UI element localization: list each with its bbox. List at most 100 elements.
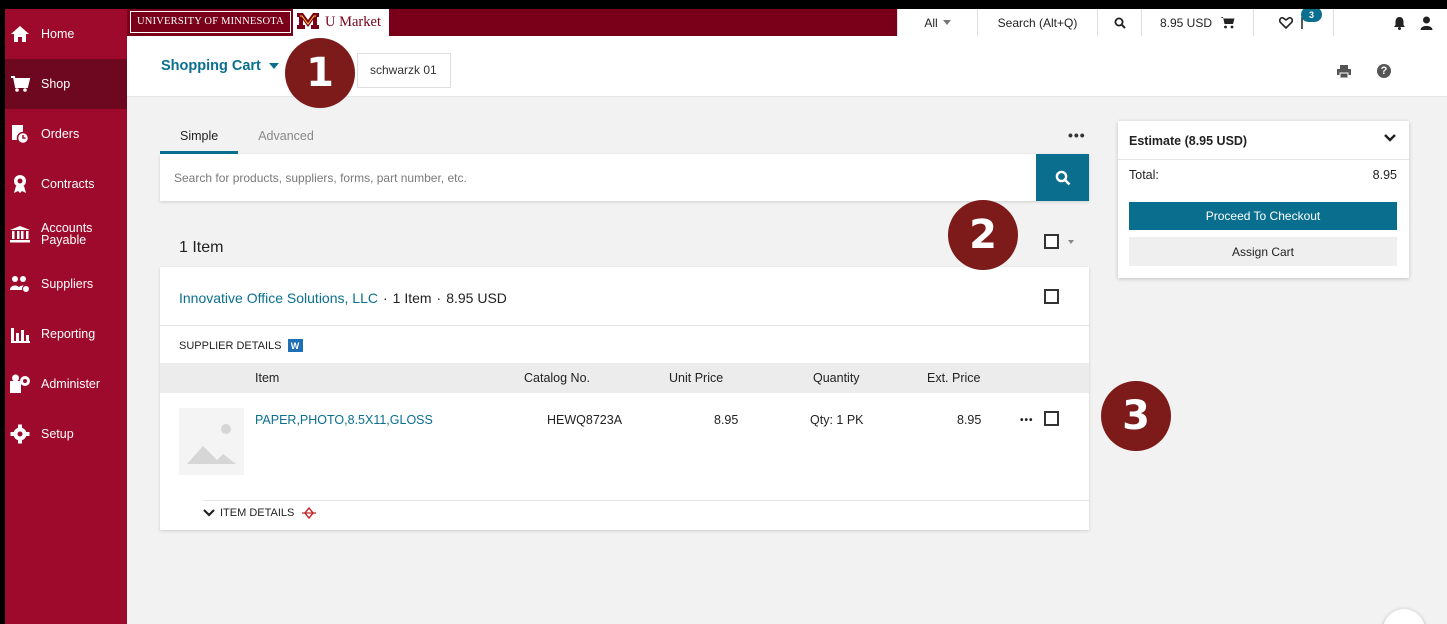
separator-dot: · [382,290,388,306]
block-m-icon [297,12,319,33]
sidebar-item-reporting[interactable]: Reporting [5,309,127,359]
search-icon [1114,17,1126,29]
line-more-icon[interactable]: ••• [1020,415,1034,426]
sidebar-item-suppliers[interactable]: Suppliers [5,259,127,309]
column-header: Unit Price [669,371,724,385]
chevron-down-icon [203,509,215,517]
supplier-w-badge: W [287,339,303,352]
sidebar-item-setup[interactable]: Setup [5,409,127,459]
sidebar-item-label: Reporting [41,327,96,341]
shopping-cart-menu[interactable]: Shopping Cart [161,58,279,74]
column-header: Ext. Price [927,371,981,385]
assign-cart-button[interactable]: Assign Cart [1129,237,1397,266]
umarket-logo[interactable]: U Market [293,9,389,36]
product-search-input[interactable] [160,154,1036,201]
user-tools [1333,9,1447,36]
sidebar-item-shop[interactable]: Shop [5,59,127,109]
sidebar-item-home[interactable]: Home [5,9,127,59]
column-header: Catalog No. [524,371,591,385]
tab-advanced[interactable]: Advanced [238,121,334,154]
global-search-button[interactable] [1097,9,1141,36]
callout-3: 3 [1101,381,1171,451]
cart-name-field[interactable]: schwarzk 01 [357,53,451,88]
help-icon[interactable]: ? [1377,64,1391,78]
sidebar-item-label: Shop [41,77,71,91]
hazard-diamond-icon [302,507,317,519]
select-all-control[interactable] [1044,234,1074,249]
chevron-down-icon[interactable] [1068,239,1074,244]
global-search-field[interactable]: Search (Alt+Q) [977,9,1097,36]
supplier-details-label: SUPPLIER DETAILS [179,339,282,352]
sidebar-item-label: Home [41,27,75,41]
user-icon[interactable] [1420,16,1433,30]
supplier-checkbox[interactable] [1044,289,1059,304]
cart-total-button[interactable]: 8.95 USD [1141,9,1253,36]
chart-icon [9,323,31,345]
cart-icon [1220,17,1235,29]
sidebar-item-label: Administer [41,377,101,391]
callout-1: 1 [285,38,355,108]
cart-icon [9,73,31,95]
supplier-total: 8.95 USD [446,290,507,306]
brand-name: U Market [325,14,381,30]
separator-dot: · [436,290,442,306]
supplier-item-count: 1 Item [392,290,432,306]
notification-badge: 3 [1301,9,1322,22]
top-utility-bar: All Search (Alt+Q) 8.95 USD 3 [897,9,1447,36]
divider [160,325,1089,326]
proceed-to-checkout-button[interactable]: Proceed To Checkout [1129,202,1397,230]
chevron-down-icon [268,63,279,69]
item-details-toggle[interactable]: ITEM DETAILS [203,507,317,519]
table-row: PAPER,PHOTO,8.5X11,GLOSS HEWQ8723A 8.95 … [160,393,1089,491]
product-image-placeholder [179,408,244,475]
sidebar: Home Shop Orders Contracts Accounts Paya… [5,9,127,624]
university-wordmark[interactable]: University of Minnesota [130,11,291,33]
estimate-title: Estimate (8.95 USD) [1129,134,1248,148]
sidebar-item-label: Setup [41,427,74,441]
callout-2: 2 [948,200,1018,270]
quantity-field[interactable]: Qty: 1 PK [810,413,864,427]
app-frame: Home Shop Orders Contracts Accounts Paya… [5,9,1447,624]
cart-item-count: 1 Item [179,239,224,256]
table-header: Item Catalog No. Unit Price Quantity Ext… [160,363,1089,393]
home-icon [9,23,31,45]
sidebar-item-contracts[interactable]: Contracts [5,159,127,209]
search-scope-label: All [924,15,938,30]
column-header: Item [255,371,280,385]
sidebar-item-label: Accounts Payable [41,221,93,247]
sidebar-item-administer[interactable]: Administer [5,359,127,409]
heart-icon [1278,16,1293,29]
sidebar-item-label: Orders [41,127,80,141]
global-search-placeholder: Search (Alt+Q) [997,15,1078,30]
more-options-icon[interactable]: ••• [1068,127,1086,143]
gear-icon [9,423,31,445]
supplier-name-link[interactable]: Innovative Office Solutions, LLC [179,290,378,306]
product-search-button[interactable] [1036,154,1089,201]
administer-icon [9,373,31,395]
divider [1118,159,1409,160]
sidebar-item-accounts-payable[interactable]: Accounts Payable [5,209,127,259]
estimate-total-label: Total: [1129,168,1159,182]
supplier-group: Innovative Office Solutions, LLC · 1 Ite… [160,267,1089,530]
bank-icon [9,223,31,245]
chevron-down-icon[interactable] [1384,134,1396,142]
supplier-details-toggle[interactable]: SUPPLIER DETAILS W [179,339,303,352]
tab-simple[interactable]: Simple [160,121,239,154]
sidebar-item-orders[interactable]: Orders [5,109,127,159]
bell-icon[interactable] [1393,16,1406,30]
item-name-link[interactable]: PAPER,PHOTO,8.5X11,GLOSS [255,413,433,427]
search-scope-select[interactable]: All [897,9,977,36]
print-icon[interactable] [1337,65,1351,83]
estimate-panel: Estimate (8.95 USD) Total: 8.95 Proceed … [1118,121,1409,278]
unit-price: 8.95 [714,413,739,427]
line-item-checkbox[interactable] [1044,411,1059,426]
top-bar: University of Minnesota U Market All Sea… [127,9,1447,36]
column-header: Quantity [813,371,860,385]
select-all-checkbox[interactable] [1044,234,1059,249]
scroll-top-button[interactable] [1383,609,1425,624]
search-tabs: Simple Advanced [160,121,334,154]
cart-total: 8.95 USD [1159,15,1213,30]
favorites-notifications[interactable]: 3 [1253,9,1333,36]
catalog-number: HEWQ8723A [547,413,623,427]
divider [203,500,1089,501]
